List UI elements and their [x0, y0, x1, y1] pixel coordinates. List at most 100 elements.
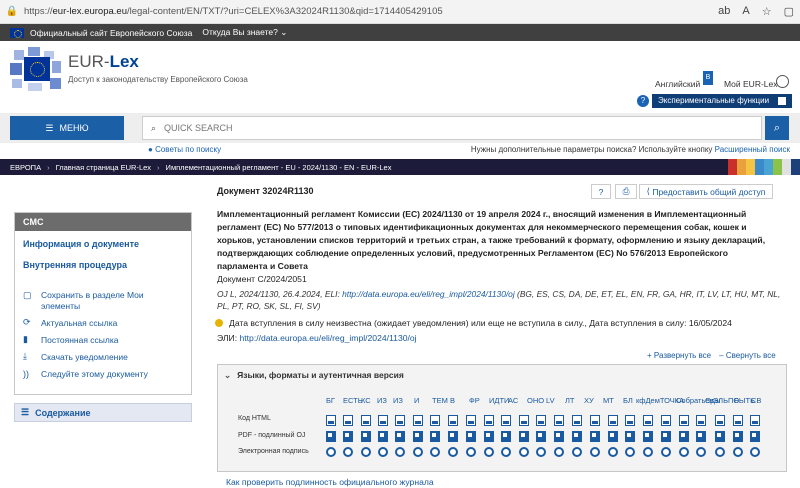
html-icon[interactable]	[554, 415, 564, 426]
help-button[interactable]: ?	[591, 184, 611, 199]
language-code[interactable]: БЛ	[623, 396, 633, 405]
html-icon[interactable]	[413, 415, 423, 426]
pdf-icon[interactable]	[466, 431, 476, 442]
pdf-icon[interactable]	[378, 431, 388, 442]
html-icon[interactable]	[643, 415, 653, 426]
language-code[interactable]: МТ	[603, 396, 614, 405]
signature-icon[interactable]	[608, 447, 618, 457]
html-icon[interactable]	[625, 415, 635, 426]
toggle-checkbox[interactable]	[778, 97, 786, 105]
signature-icon[interactable]	[395, 447, 405, 457]
language-code[interactable]: ЛТ	[565, 396, 575, 405]
language-code[interactable]: ТЕМ	[432, 396, 448, 405]
language-code[interactable]: КС	[361, 396, 371, 405]
breadcrumb-home[interactable]: Главная страница EUR-Lex	[56, 163, 151, 172]
search-submit-button[interactable]: ⌕	[765, 116, 789, 140]
signature-icon[interactable]	[501, 447, 511, 457]
html-icon[interactable]	[608, 415, 618, 426]
signature-icon[interactable]	[625, 447, 635, 457]
oj-eli-link[interactable]: http://data.europa.eu/eli/reg_impl/2024/…	[342, 289, 515, 299]
html-icon[interactable]	[590, 415, 600, 426]
user-icon[interactable]	[776, 75, 789, 88]
url-field[interactable]: https://eur-lex.europa.eu/legal-content/…	[24, 6, 710, 17]
signature-icon[interactable]	[378, 447, 388, 457]
html-icon[interactable]	[715, 415, 725, 426]
pdf-icon[interactable]	[696, 431, 706, 442]
signature-icon[interactable]	[696, 447, 706, 457]
print-icon[interactable]: ⎙	[615, 184, 637, 199]
language-selector[interactable]: Английский	[655, 79, 700, 89]
signature-icon[interactable]	[343, 447, 353, 457]
language-code[interactable]: LV	[546, 396, 555, 405]
html-icon[interactable]	[501, 415, 511, 426]
signature-icon[interactable]	[590, 447, 600, 457]
site-title[interactable]: EUR-Lex	[68, 52, 139, 72]
language-badge[interactable]: В	[703, 71, 713, 85]
pdf-icon[interactable]	[501, 431, 511, 442]
html-icon[interactable]	[679, 415, 689, 426]
share-button[interactable]: ⟨ Предоставить общий доступ	[639, 184, 773, 199]
html-icon[interactable]	[343, 415, 353, 426]
signature-icon[interactable]	[484, 447, 494, 457]
pdf-icon[interactable]	[608, 431, 618, 442]
pdf-icon[interactable]	[326, 431, 336, 442]
search-box[interactable]: ⌕	[142, 116, 762, 140]
signature-icon[interactable]	[554, 447, 564, 457]
how-do-you-know-link[interactable]: Откуда Вы знаете? ⌄	[202, 27, 287, 38]
html-icon[interactable]	[536, 415, 546, 426]
eli-link[interactable]: http://data.europa.eu/eli/reg_impl/2024/…	[239, 333, 416, 343]
pdf-icon[interactable]	[343, 431, 353, 442]
pdf-icon[interactable]	[413, 431, 423, 442]
html-icon[interactable]	[484, 415, 494, 426]
translate-icon[interactable]: ab	[718, 5, 730, 18]
html-icon[interactable]	[696, 415, 706, 426]
menu-button[interactable]: ☰ МЕНЮ	[10, 116, 124, 140]
pdf-icon[interactable]	[395, 431, 405, 442]
pdf-icon[interactable]	[536, 431, 546, 442]
signature-icon[interactable]	[679, 447, 689, 457]
signature-icon[interactable]	[361, 447, 371, 457]
quick-search-input[interactable]	[164, 123, 725, 133]
pdf-icon[interactable]	[750, 431, 760, 442]
html-icon[interactable]	[466, 415, 476, 426]
experimental-features-toggle[interactable]: Экспериментальные функции	[652, 94, 792, 108]
help-icon[interactable]: ?	[637, 95, 649, 107]
language-code[interactable]: ИЗ	[393, 396, 403, 405]
pdf-icon[interactable]	[519, 431, 529, 442]
html-icon[interactable]	[750, 415, 760, 426]
pdf-icon[interactable]	[679, 431, 689, 442]
current-link[interactable]: ⟳ Актуальная ссылка	[15, 314, 191, 331]
html-icon[interactable]	[430, 415, 440, 426]
signature-icon[interactable]	[661, 447, 671, 457]
html-icon[interactable]	[378, 415, 388, 426]
html-icon[interactable]	[448, 415, 458, 426]
html-icon[interactable]	[572, 415, 582, 426]
save-to-my-items[interactable]: ▢ Сохранить в разделе Мои элементы	[15, 290, 191, 314]
signature-icon[interactable]	[572, 447, 582, 457]
signature-icon[interactable]	[519, 447, 529, 457]
search-tips-link[interactable]: ● Советы по поиску	[148, 145, 221, 154]
language-code[interactable]: БГ	[326, 396, 335, 405]
language-code[interactable]: АС	[508, 396, 518, 405]
pdf-icon[interactable]	[554, 431, 564, 442]
signature-icon[interactable]	[715, 447, 725, 457]
html-icon[interactable]	[326, 415, 336, 426]
read-aloud-icon[interactable]: A	[742, 5, 749, 18]
pdf-icon[interactable]	[448, 431, 458, 442]
language-code[interactable]: ОНО	[527, 396, 544, 405]
html-icon[interactable]	[361, 415, 371, 426]
language-code[interactable]: ИЗ	[377, 396, 387, 405]
pdf-icon[interactable]	[643, 431, 653, 442]
signature-icon[interactable]	[466, 447, 476, 457]
signature-icon[interactable]	[430, 447, 440, 457]
languages-panel-header[interactable]: ⌄ Языки, форматы и аутентичная версия	[218, 365, 786, 385]
pdf-icon[interactable]	[430, 431, 440, 442]
signature-icon[interactable]	[536, 447, 546, 457]
collapse-all-link[interactable]: – Свернуть все	[719, 351, 776, 360]
eurlex-logo-icon[interactable]	[10, 47, 62, 92]
pdf-icon[interactable]	[484, 431, 494, 442]
expand-all-link[interactable]: + Развернуть все	[647, 351, 711, 360]
signature-icon[interactable]	[326, 447, 336, 457]
pdf-icon[interactable]	[733, 431, 743, 442]
signature-icon[interactable]	[733, 447, 743, 457]
